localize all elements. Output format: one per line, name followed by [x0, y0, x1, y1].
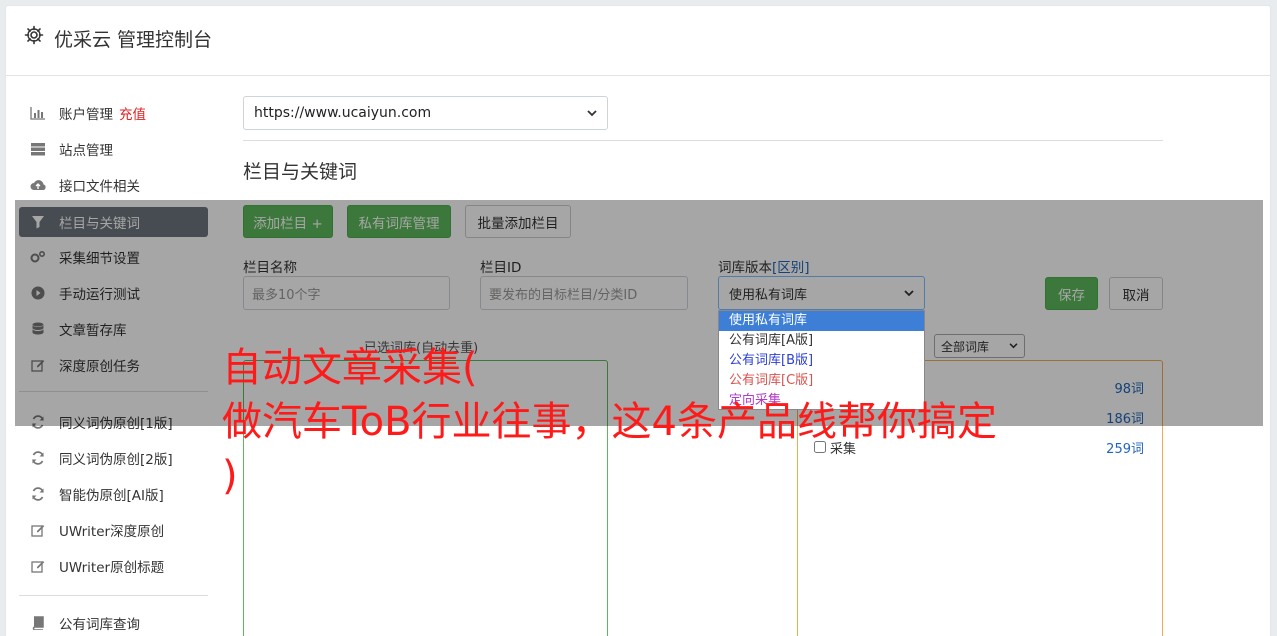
watermark-line: 做汽车ToB行业往事，这4条产品线帮你搞定: [222, 399, 997, 445]
sidebar-item-label: 同义词伪原创[2版]: [59, 452, 173, 468]
sidebar-item-uwriter-deep[interactable]: UWriter深度原创: [19, 515, 208, 545]
chevron-down-icon: [587, 109, 597, 116]
refresh-icon: [30, 414, 46, 430]
lib-count: 98词: [1114, 381, 1144, 397]
refresh-icon: [30, 450, 46, 466]
sidebar-item-label: 文章暂存库: [59, 323, 127, 339]
difference-link[interactable]: [区别]: [772, 260, 810, 276]
lib-count: 259词: [1106, 441, 1144, 457]
play-circle-icon: [30, 285, 46, 301]
edit-icon: [30, 522, 46, 538]
sidebar-item-label: 智能伪原创[AI版]: [59, 488, 164, 504]
sidebar-item-label: 账户管理: [59, 107, 113, 123]
batch-add-button[interactable]: 批量添加栏目: [465, 205, 571, 238]
sidebar-item-label: 接口文件相关: [59, 179, 140, 195]
sidebar-item-manual-run[interactable]: 手动运行测试: [19, 278, 208, 308]
sidebar-item-label: 采集细节设置: [59, 251, 140, 267]
column-name-label: 栏目名称: [243, 260, 297, 276]
sidebar-item-sites[interactable]: 站点管理: [19, 134, 208, 164]
lib-count: 186词: [1106, 411, 1144, 427]
sidebar-item-deep-original[interactable]: 深度原创任务: [19, 350, 208, 380]
sidebar-item-collect-settings[interactable]: 采集细节设置: [19, 242, 208, 272]
cloud-upload-icon: [30, 177, 46, 193]
watermark-line: 自动文章采集(: [222, 345, 478, 391]
lib-version-select[interactable]: 使用私有词库: [718, 276, 925, 310]
column-id-input[interactable]: 要发布的目标栏目/分类ID: [480, 276, 688, 310]
add-column-button[interactable]: 添加栏目 +: [243, 205, 333, 238]
site-select-value: https://www.ucaiyun.com: [254, 105, 432, 121]
sidebar-item-ai-rewrite[interactable]: 智能伪原创[AI版]: [19, 479, 208, 509]
sidebar-item-columns[interactable]: 栏目与关键词: [19, 207, 208, 237]
watermark-text: 自动文章采集( 做汽车ToB行业往事，这4条产品线帮你搞定 ): [222, 341, 1082, 503]
bar-chart-icon: [30, 105, 46, 121]
sidebar-divider: [19, 595, 208, 596]
database-icon: [30, 321, 46, 337]
sidebar-item-label: 同义词伪原创[1版]: [59, 416, 173, 432]
sidebar-item-label: UWriter深度原创: [59, 524, 165, 540]
divider: [243, 140, 1163, 141]
sidebar-item-synonym-v1[interactable]: 同义词伪原创[1版]: [19, 407, 208, 437]
server-icon: [30, 141, 46, 157]
gears-icon: [30, 249, 46, 265]
sidebar-item-interface[interactable]: 接口文件相关: [19, 170, 208, 200]
filter-icon: [30, 214, 46, 230]
sidebar-item-label: 公有词库查询: [59, 617, 140, 633]
sidebar-item-label: 栏目与关键词: [59, 216, 140, 232]
sidebar-item-label: 站点管理: [59, 143, 113, 159]
cancel-button[interactable]: 取消: [1109, 277, 1163, 310]
column-name-input[interactable]: 最多10个字: [243, 276, 450, 310]
header: 优采云 管理控制台: [6, 6, 1270, 76]
section-title: 栏目与关键词: [243, 161, 358, 183]
sidebar-item-article-store[interactable]: 文章暂存库: [19, 314, 208, 344]
page-title: 优采云 管理控制台: [54, 29, 213, 51]
sidebar-item-synonym-v2[interactable]: 同义词伪原创[2版]: [19, 443, 208, 473]
book-icon: [30, 615, 46, 631]
sidebar-item-account[interactable]: 账户管理 充值: [19, 98, 208, 128]
lib-version-label: 词库版本[区别]: [718, 256, 810, 276]
sidebar-item-label: 深度原创任务: [59, 359, 140, 375]
edit-icon: [30, 558, 46, 574]
sidebar-item-label: 手动运行测试: [59, 287, 140, 303]
lib-version-value: 使用私有词库: [729, 287, 808, 303]
watermark-line: ): [222, 453, 238, 499]
site-select[interactable]: https://www.ucaiyun.com: [243, 96, 608, 130]
dropdown-option-private[interactable]: 使用私有词库: [719, 311, 924, 331]
recharge-link[interactable]: 充值: [119, 103, 146, 123]
private-lib-button[interactable]: 私有词库管理: [347, 205, 451, 238]
chevron-down-icon: [904, 289, 914, 296]
lib-version-label-text: 词库版本: [718, 260, 772, 276]
gear-icon: [24, 25, 44, 45]
sidebar-item-label: UWriter原创标题: [59, 560, 165, 576]
column-id-label: 栏目ID: [480, 260, 522, 276]
sidebar-item-uwriter-title[interactable]: UWriter原创标题: [19, 551, 208, 581]
sidebar-item-public-lib[interactable]: 公有词库查询: [19, 608, 208, 636]
refresh-icon: [30, 486, 46, 502]
save-button[interactable]: 保存: [1045, 277, 1098, 310]
sidebar-divider: [19, 391, 208, 392]
edit-icon: [30, 357, 46, 373]
